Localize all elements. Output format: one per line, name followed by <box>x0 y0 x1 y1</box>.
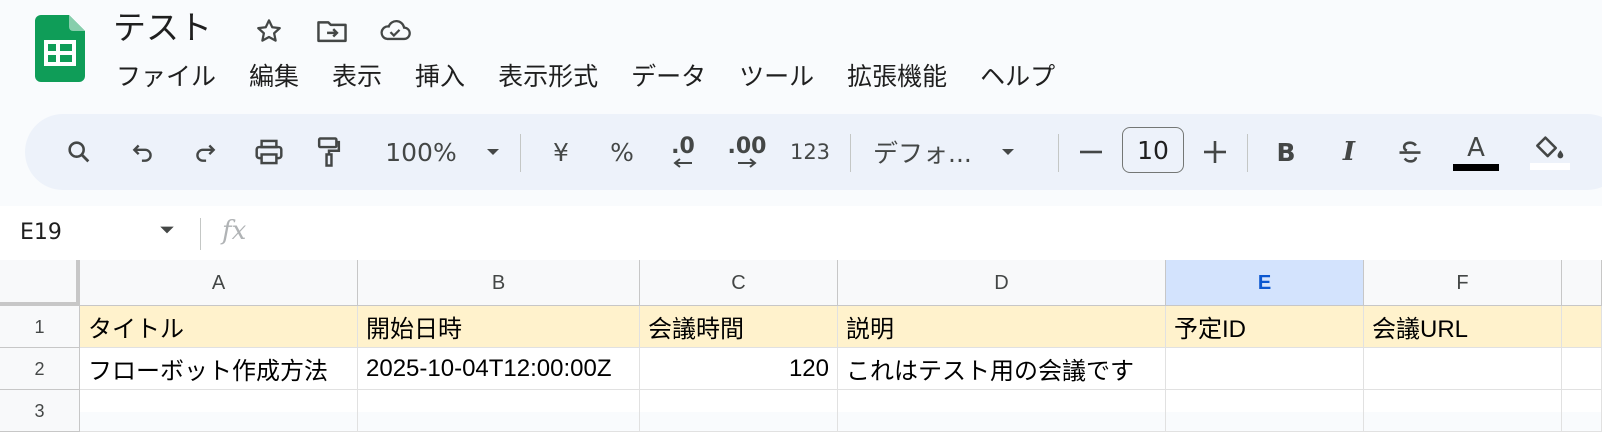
menu-data[interactable]: データ <box>631 58 706 96</box>
document-title[interactable]: テスト <box>113 6 212 50</box>
spreadsheet-grid: A B C D E F 1 タイトル 開始日時 会議時間 説明 予定ID 会議U… <box>0 260 1602 432</box>
column-header-g[interactable] <box>1562 260 1602 306</box>
menu-file[interactable]: ファイル <box>116 58 216 96</box>
cell-c2[interactable]: 120 <box>640 348 838 390</box>
font-value: デフォ... <box>873 139 972 168</box>
cell-f3[interactable] <box>1364 390 1562 432</box>
cell-e1[interactable]: 予定ID <box>1166 306 1364 348</box>
decrease-font-size-icon[interactable] <box>1073 114 1109 190</box>
strikethrough-icon[interactable] <box>1391 114 1429 190</box>
increase-decimal-button[interactable]: .00 <box>722 114 772 190</box>
cell-b1[interactable]: 開始日時 <box>358 306 640 348</box>
chevron-down-icon <box>486 149 499 155</box>
zoom-value: 100% <box>385 137 457 167</box>
column-header-f[interactable]: F <box>1364 260 1562 306</box>
percent-format-button[interactable]: % <box>602 114 642 190</box>
menu-help[interactable]: ヘルプ <box>980 58 1055 96</box>
toolbar: 100% ¥ % .0 .00 123 デフォ... 10 B I A <box>25 114 1602 190</box>
cell-d3[interactable] <box>838 390 1166 432</box>
star-icon[interactable] <box>252 14 286 48</box>
formula-bar: E19 fx <box>0 206 1602 260</box>
print-icon[interactable] <box>247 114 291 190</box>
zoom-select[interactable]: 100% <box>373 114 513 190</box>
column-header-e[interactable]: E <box>1166 260 1364 306</box>
cell-e3[interactable] <box>1166 390 1364 432</box>
chevron-down-icon <box>1001 149 1014 155</box>
cell-g3[interactable] <box>1562 390 1602 432</box>
cell-g1[interactable] <box>1562 306 1602 348</box>
menu-bar: ファイル 編集 表示 挿入 表示形式 データ ツール 拡張機能 ヘルプ <box>116 58 1088 96</box>
cell-d1[interactable]: 説明 <box>838 306 1166 348</box>
menu-tools[interactable]: ツール <box>739 58 814 96</box>
chevron-down-icon[interactable] <box>158 224 176 236</box>
redo-icon[interactable] <box>185 114 225 190</box>
text-color-button[interactable]: A <box>1452 114 1500 190</box>
toolbar-divider <box>850 134 851 172</box>
text-color-swatch <box>1453 163 1499 171</box>
sheets-logo[interactable] <box>35 15 85 82</box>
cell-a1[interactable]: タイトル <box>80 306 358 348</box>
move-to-folder-icon[interactable] <box>315 14 349 48</box>
toolbar-divider <box>1247 134 1248 172</box>
menu-extensions[interactable]: 拡張機能 <box>847 58 947 96</box>
fx-icon: fx <box>222 216 247 246</box>
fill-color-swatch <box>1530 162 1570 170</box>
cell-d2[interactable]: これはテスト用の会議です <box>838 348 1166 390</box>
column-header-a[interactable]: A <box>80 260 358 306</box>
font-select[interactable]: デフォ... <box>873 114 1033 190</box>
cell-c3[interactable] <box>640 390 838 432</box>
select-all-corner[interactable] <box>0 260 80 306</box>
cell-e2[interactable] <box>1166 348 1364 390</box>
menu-format[interactable]: 表示形式 <box>498 58 598 96</box>
formula-divider <box>200 218 201 250</box>
cell-f1[interactable]: 会議URL <box>1364 306 1562 348</box>
cell-c1[interactable]: 会議時間 <box>640 306 838 348</box>
increase-font-size-icon[interactable] <box>1197 114 1233 190</box>
column-header-d[interactable]: D <box>838 260 1166 306</box>
menu-view[interactable]: 表示 <box>332 58 382 96</box>
row-header-2[interactable]: 2 <box>0 348 80 390</box>
column-header-b[interactable]: B <box>358 260 640 306</box>
italic-button[interactable]: I <box>1330 114 1368 190</box>
toolbar-divider <box>520 134 521 172</box>
cell-a2[interactable]: フローボット作成方法 <box>80 348 358 390</box>
name-box[interactable]: E19 <box>20 206 62 260</box>
currency-format-button[interactable]: ¥ <box>541 114 581 190</box>
cell-f2[interactable] <box>1364 348 1562 390</box>
row-header-1[interactable]: 1 <box>0 306 80 348</box>
toolbar-divider <box>1058 134 1059 172</box>
font-size-input[interactable]: 10 <box>1122 127 1184 173</box>
cloud-saved-icon[interactable] <box>378 14 412 48</box>
cell-g2[interactable] <box>1562 348 1602 390</box>
search-menus-icon[interactable] <box>59 114 99 190</box>
menu-insert[interactable]: 挿入 <box>415 58 465 96</box>
row-header-3[interactable]: 3 <box>0 390 80 432</box>
decrease-decimal-button[interactable]: .0 <box>661 114 705 190</box>
arrow-right-icon <box>738 158 757 168</box>
bold-button[interactable]: B <box>1267 114 1305 190</box>
cell-a3[interactable] <box>80 390 358 432</box>
cell-b2[interactable]: 2025-10-04T12:00:00Z <box>358 348 640 390</box>
arrow-left-icon <box>673 158 692 168</box>
column-header-c[interactable]: C <box>640 260 838 306</box>
more-formats-button[interactable]: 123 <box>787 114 833 190</box>
paint-format-icon[interactable] <box>309 114 349 190</box>
fill-color-icon[interactable] <box>1530 114 1570 190</box>
undo-icon[interactable] <box>123 114 163 190</box>
cell-b3[interactable] <box>358 390 640 432</box>
menu-edit[interactable]: 編集 <box>249 58 299 96</box>
